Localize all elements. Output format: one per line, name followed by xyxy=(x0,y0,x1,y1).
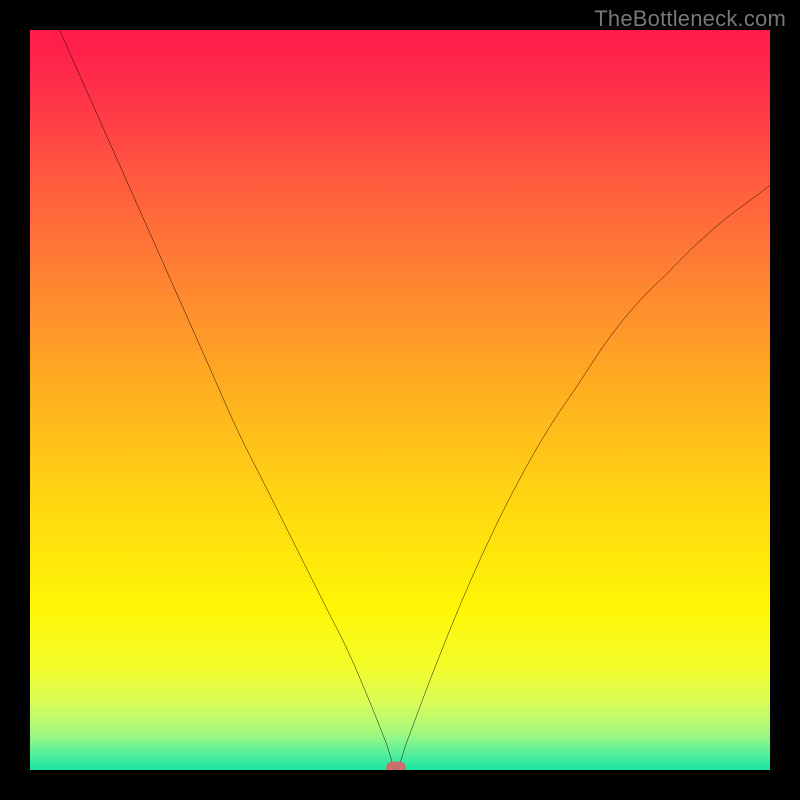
bottleneck-curve xyxy=(30,30,770,770)
watermark-text: TheBottleneck.com xyxy=(594,6,786,32)
plot-area xyxy=(30,30,770,770)
chart-frame: TheBottleneck.com xyxy=(0,0,800,800)
optimum-marker xyxy=(386,761,406,770)
